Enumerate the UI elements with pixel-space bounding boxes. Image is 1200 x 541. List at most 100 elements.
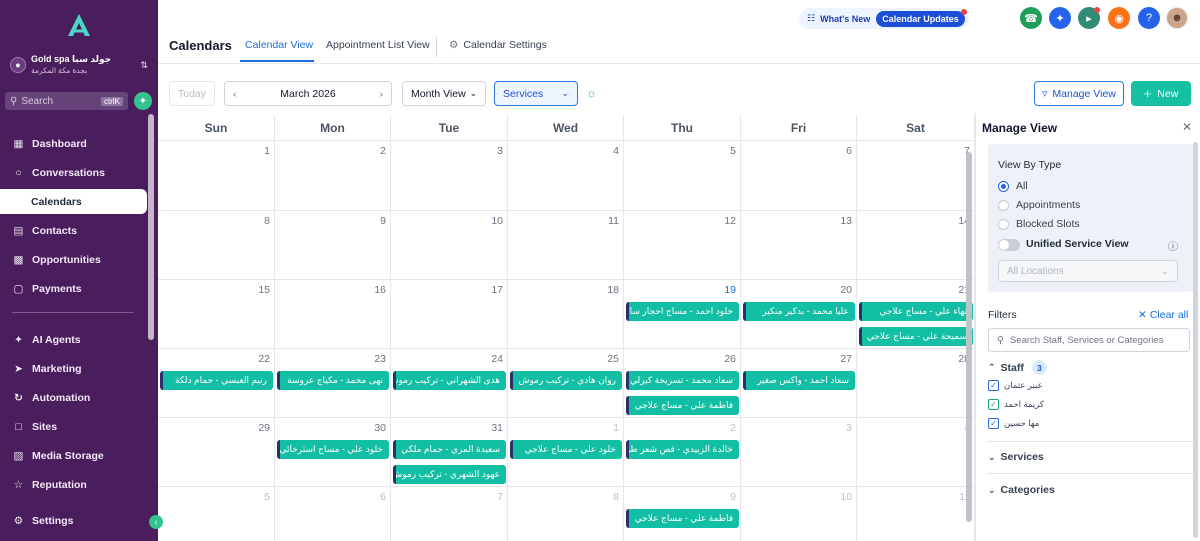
appointment-event[interactable]: عهود الشهري - تركيب رموش — [393, 465, 506, 484]
day-cell[interactable]: 3 — [741, 418, 857, 487]
appointment-event[interactable]: سعاد احمد - واكس صغير — [743, 371, 855, 390]
notifications-button[interactable]: ◉ — [1108, 7, 1130, 29]
announcements-button[interactable]: ▸ — [1078, 7, 1100, 29]
day-cell[interactable]: 18 — [508, 280, 624, 349]
quick-action-button[interactable]: ✦ — [134, 92, 152, 110]
calendar-scrollbar[interactable] — [965, 152, 973, 522]
appointment-event[interactable]: هدى الشهراني - تركيب رموش — [393, 371, 506, 390]
day-cell[interactable]: 4 — [857, 418, 975, 487]
today-button[interactable]: Today — [169, 81, 215, 106]
calendar-updates-badge[interactable]: Calendar Updates — [876, 8, 967, 27]
appointment-event[interactable]: فاطمة علي - مساج علاجي — [626, 509, 739, 528]
day-cell[interactable]: 15 — [158, 280, 275, 349]
day-cell[interactable]: 9 — [275, 211, 391, 280]
categories-section-header[interactable]: ⌄ Categories — [988, 484, 1055, 496]
staff-item[interactable]: ✓ عبير عثمان — [988, 380, 1043, 391]
manage-view-button[interactable]: ▿ Manage View — [1034, 81, 1124, 106]
sidebar-item-dashboard[interactable]: ▦ Dashboard — [0, 131, 147, 156]
chevron-right-icon[interactable]: › — [379, 88, 383, 100]
tab-calendar-settings[interactable]: ⚙ Calendar Settings — [449, 39, 547, 51]
appointment-event[interactable]: روان هادي - تركيب رموش — [510, 371, 622, 390]
radio-all[interactable]: All — [998, 180, 1028, 192]
day-cell[interactable]: 7 — [391, 487, 508, 541]
day-cell[interactable]: 7 — [857, 141, 975, 211]
tab-calendar-view[interactable]: Calendar View — [245, 39, 313, 51]
day-cell[interactable]: 8 — [158, 211, 275, 280]
location-switcher[interactable]: ● Gold spa جولد سبا بجدة مكة المكرمة ⇅ — [4, 49, 154, 81]
sidebar-search[interactable]: ⚲ Search ctrlK — [5, 92, 128, 110]
user-avatar[interactable]: ☻ — [1166, 7, 1188, 29]
appointment-event[interactable]: عليا محمد - بدكير منكير — [743, 302, 855, 321]
staff-item[interactable]: ✓ مها حسين — [988, 418, 1039, 429]
sidebar-item-media-storage[interactable]: ▨ Media Storage — [0, 443, 147, 468]
view-select[interactable]: Month View ⌄ — [402, 81, 486, 106]
radio-blocked-slots[interactable]: Blocked Slots — [998, 218, 1080, 230]
sidebar-item-settings[interactable]: ⚙ Settings — [0, 508, 147, 533]
appointment-event[interactable]: سعاد محمد - تسريحة كيرلي — [626, 371, 739, 390]
day-cell[interactable]: 13 — [741, 211, 857, 280]
appointment-event[interactable]: فاطمة علي - مساج علاجي — [626, 396, 739, 415]
day-cell[interactable]: 10 — [741, 487, 857, 541]
new-button[interactable]: + New — [1131, 81, 1191, 106]
sidebar-item-reputation[interactable]: ☆ Reputation — [0, 472, 147, 497]
unified-service-toggle[interactable] — [998, 239, 1020, 251]
day-cell[interactable]: 1 — [158, 141, 275, 211]
day-cell[interactable]: 29 — [158, 418, 275, 487]
services-section-header[interactable]: ⌄ Services — [988, 451, 1044, 463]
sidebar-item-calendars[interactable]: Calendars — [0, 189, 147, 214]
sidebar-item-sites[interactable]: □ Sites — [0, 414, 147, 439]
appointment-event[interactable]: خلود علي - مساج علاجي — [510, 440, 622, 459]
lightbulb-icon[interactable]: ☼ — [586, 86, 602, 102]
whats-new-pill[interactable]: ☷ What's New Calendar Updates — [799, 8, 969, 29]
panel-scrollbar[interactable] — [1192, 142, 1199, 541]
sidebar-item-marketing[interactable]: ➤ Marketing — [0, 356, 147, 381]
phone-button[interactable]: ☎ — [1020, 7, 1042, 29]
day-cell[interactable]: 5 — [624, 141, 741, 211]
day-cell[interactable]: 11 — [857, 487, 975, 541]
help-button[interactable]: ? — [1138, 7, 1160, 29]
tab-appointment-list-view[interactable]: Appointment List View — [326, 39, 430, 51]
day-cell[interactable]: 12 — [624, 211, 741, 280]
day-cell[interactable]: 3 — [391, 141, 508, 211]
staff-section-header[interactable]: ⌃ Staff 3 — [988, 360, 1047, 375]
sidebar-item-ai-agents[interactable]: ✦ AI Agents — [0, 327, 147, 352]
day-cell[interactable]: 11 — [508, 211, 624, 280]
locations-select[interactable]: All Locations ⌄ — [998, 260, 1178, 282]
help-icon: ? — [1145, 12, 1153, 24]
clear-all-link[interactable]: ✕ Clear all — [1138, 309, 1188, 321]
day-cell[interactable]: 6 — [275, 487, 391, 541]
appointment-event[interactable]: سعيدة المري - حمام ملكي — [393, 440, 506, 459]
sidebar-item-automation[interactable]: ↻ Automation — [0, 385, 147, 410]
sidebar-scrollbar[interactable] — [147, 114, 155, 492]
appointment-event[interactable]: خلود علي - مساج استرخائي — [277, 440, 389, 459]
day-cell[interactable]: 28 — [857, 349, 975, 418]
day-cell[interactable]: 2 — [275, 141, 391, 211]
appointment-event[interactable]: خلود احمد - مساج احجار ساخنة — [626, 302, 739, 321]
day-cell[interactable]: 4 — [508, 141, 624, 211]
filter-select[interactable]: Services ⌄ — [494, 81, 578, 106]
sidebar-item-payments[interactable]: ▢ Payments — [0, 276, 147, 301]
appointment-event[interactable]: نهى محمد - مكياج عروسة — [277, 371, 389, 390]
day-cell[interactable]: 17 — [391, 280, 508, 349]
chevron-left-icon[interactable]: ‹ — [233, 88, 237, 100]
day-cell[interactable]: 8 — [508, 487, 624, 541]
day-cell[interactable]: 5 — [158, 487, 275, 541]
sidebar-item-contacts[interactable]: ▤ Contacts — [0, 218, 147, 243]
sidebar-item-conversations[interactable]: ○ Conversations — [0, 160, 147, 185]
appointment-event[interactable]: نهاء علي - مساج علاجي — [859, 302, 973, 321]
close-icon[interactable]: ✕ — [1182, 120, 1192, 134]
appointment-event[interactable]: خالدة الزبيدي - قص شعر طويل — [626, 440, 739, 459]
staff-item[interactable]: ✓ كريمة احمد — [988, 399, 1044, 410]
appointment-event[interactable]: سميحة علي - مساج علاجي — [859, 327, 973, 346]
radio-appointments[interactable]: Appointments — [998, 199, 1080, 211]
day-cell[interactable]: 6 — [741, 141, 857, 211]
day-cell[interactable]: 14 — [857, 211, 975, 280]
day-cell[interactable]: 10 — [391, 211, 508, 280]
filter-search-input[interactable]: ⚲ Search Staff, Services or Categories — [988, 328, 1190, 352]
day-cell[interactable]: 16 — [275, 280, 391, 349]
appointment-event[interactable]: رنيم العبسي - حمام دلكة — [160, 371, 273, 390]
day-number: 10 — [840, 491, 852, 503]
sidebar-item-opportunities[interactable]: ▩ Opportunities — [0, 247, 147, 272]
info-icon[interactable]: ⓘ — [1168, 238, 1178, 253]
tools-button[interactable]: ✦ — [1049, 7, 1071, 29]
